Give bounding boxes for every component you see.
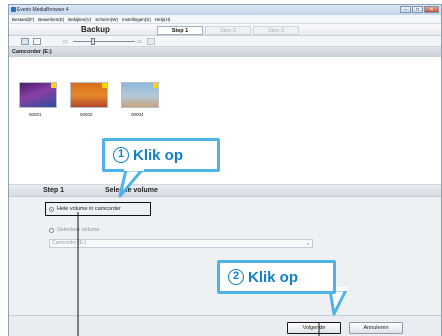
thumbnail-label: 00004 xyxy=(131,112,144,117)
cancel-button[interactable]: Annuleren xyxy=(349,322,403,334)
menu-bar: Bestand(F) Bewerken(E) Bekijken(V) Scher… xyxy=(9,15,441,24)
volume-dropdown-value: Camcorder (E:) xyxy=(52,240,87,246)
callout-1: 1 Klik op xyxy=(102,138,220,172)
zoom-out-icon[interactable]: ▭ xyxy=(63,39,68,45)
check-badge-icon xyxy=(102,83,107,88)
thumbnail-grid: 00001 00002 00004 xyxy=(9,57,441,185)
callout-1-text: Klik op xyxy=(133,146,184,164)
mode-title: Backup xyxy=(81,25,110,34)
step-3-tab: Step 3 xyxy=(253,26,299,35)
list-view-icon[interactable] xyxy=(33,38,41,45)
callout-2-text: Klik op xyxy=(248,268,299,286)
selection-header: Step 1 Selectie volume xyxy=(9,185,441,197)
airplane-thumbnail[interactable] xyxy=(70,82,108,108)
zoom-in-icon[interactable]: ▭ xyxy=(137,39,142,45)
callout-2: 2 Klik op xyxy=(217,260,336,294)
select-volume-label[interactable]: Selecteer volume xyxy=(57,227,100,233)
select-volume-radio[interactable] xyxy=(49,228,54,233)
minimize-button[interactable]: – xyxy=(400,6,411,13)
menu-help[interactable]: Help(H) xyxy=(155,15,171,23)
pyramid-thumbnail[interactable] xyxy=(121,82,159,108)
app-icon xyxy=(11,7,16,12)
step-2-tab: Step 2 xyxy=(205,26,251,35)
thumbnail-view-icon[interactable] xyxy=(21,38,29,45)
selection-title: Selectie volume xyxy=(105,187,158,194)
callout-1-number: 1 xyxy=(113,147,129,163)
step-bar: Backup Step 1 Step 2 Step 3 xyxy=(9,24,441,36)
footer-bar: Volgende Annuleren xyxy=(9,315,441,336)
zoom-slider[interactable] xyxy=(73,41,135,42)
menu-view[interactable]: Bekijken(V) xyxy=(68,15,91,23)
device-header: Camcorder (E:) xyxy=(9,47,441,57)
check-badge-icon xyxy=(153,83,158,88)
chevron-down-icon: ▾ xyxy=(306,241,309,246)
next-button[interactable]: Volgende xyxy=(287,322,341,334)
selection-step-label: Step 1 xyxy=(43,187,65,194)
thumbnail-label: 00002 xyxy=(80,112,93,117)
menu-screen[interactable]: Scherm(W) xyxy=(95,15,118,23)
thumbnail-label: 00001 xyxy=(29,112,42,117)
disc-icon[interactable] xyxy=(147,38,155,45)
step-1-tab: Step 1 xyxy=(157,26,203,35)
title-bar: Everio MediaBrowser 4 – □ ✕ xyxy=(9,5,441,15)
maximize-button[interactable]: □ xyxy=(412,6,423,13)
zoom-slider-handle[interactable] xyxy=(91,38,95,45)
sunset-palm-thumbnail[interactable] xyxy=(19,82,57,108)
menu-edit[interactable]: Bewerken(E) xyxy=(38,15,64,23)
selection-options: Hele volume in camcorder Selecteer volum… xyxy=(9,197,441,315)
step-indicator: Step 1 Step 2 Step 3 xyxy=(157,26,301,35)
callout-2-number: 2 xyxy=(228,269,244,285)
highlight-box xyxy=(45,202,151,216)
menu-settings[interactable]: Instellingen(S) xyxy=(122,15,151,23)
volume-dropdown[interactable]: Camcorder (E:) ▾ xyxy=(49,239,313,248)
window-title: Everio MediaBrowser 4 xyxy=(17,7,69,13)
close-button[interactable]: ✕ xyxy=(424,6,439,13)
view-toolbar: ▭ ▭ xyxy=(9,36,441,47)
menu-file[interactable]: Bestand(F) xyxy=(12,15,34,23)
window-controls: – □ ✕ xyxy=(400,6,439,13)
check-badge-icon xyxy=(51,83,56,88)
